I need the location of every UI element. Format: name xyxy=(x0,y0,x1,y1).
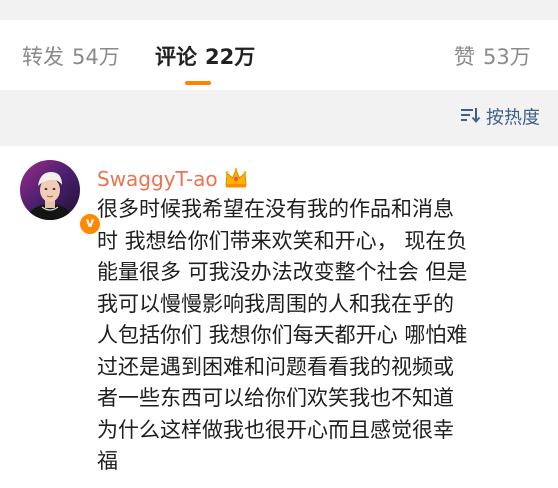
tab-reposts-label: 转发 xyxy=(22,45,64,69)
comment-text-line: 我可以慢慢影响我周围的人和我在乎的 xyxy=(97,291,454,316)
comment-text: 很多时候我希望在没有我的作品和消息 时 我想给你们带来欢笑和开心， 现在负 能量… xyxy=(97,194,529,478)
top-divider-strip xyxy=(0,0,558,20)
username-text: SwaggyT-ao xyxy=(97,167,218,191)
comment-text-line: 很多时候我希望在没有我的作品和消息 xyxy=(97,197,454,221)
comment-text-line: 时 我想给你们带来欢笑和开心， 现在负 xyxy=(97,228,468,253)
sort-by-popularity-button[interactable]: 按热度 xyxy=(460,106,540,131)
tab-likes[interactable]: 赞 53万 xyxy=(454,44,531,70)
avatar-image xyxy=(20,160,80,220)
tab-likes-count: 53万 xyxy=(483,45,531,69)
comment-text-line: 过还是遇到困难和问题看看我的视频或 xyxy=(97,354,454,379)
interaction-tabbar: 转发 54万 评论 22万 赞 53万 xyxy=(0,20,558,90)
crown-icon xyxy=(224,167,248,195)
avatar[interactable]: v xyxy=(20,160,102,236)
tab-comments[interactable]: 评论 22万 xyxy=(155,44,255,70)
tab-reposts-count: 54万 xyxy=(72,45,120,69)
tab-reposts[interactable]: 转发 54万 xyxy=(22,44,120,70)
comment-item: v SwaggyT-ao 很多时候我希望在没有我的作品和消息 时 我想给你们带来… xyxy=(0,146,558,488)
sort-label: 按热度 xyxy=(486,107,540,129)
comment-text-line: 人包括你们 我想你们每天都开心 哪怕难 xyxy=(97,323,468,347)
comment-text-line: 能量很多 可我没办法改变整个社会 但是 xyxy=(97,260,468,284)
comment-text-line: 为什么这样做我也很开心而且感觉很幸 xyxy=(97,417,454,442)
comment-text-line: 福 xyxy=(97,449,118,473)
comment-text-line: 者一些东西可以给你们欢笑我也不知道 xyxy=(97,386,454,410)
tab-comments-count: 22万 xyxy=(205,45,256,69)
tab-likes-label: 赞 xyxy=(454,45,475,69)
sort-lines-icon xyxy=(460,106,481,131)
tab-comments-label: 评论 xyxy=(155,45,197,69)
comment-username[interactable]: SwaggyT-ao xyxy=(97,166,248,195)
sort-bar: 按热度 xyxy=(0,90,558,146)
active-tab-indicator xyxy=(185,81,211,85)
